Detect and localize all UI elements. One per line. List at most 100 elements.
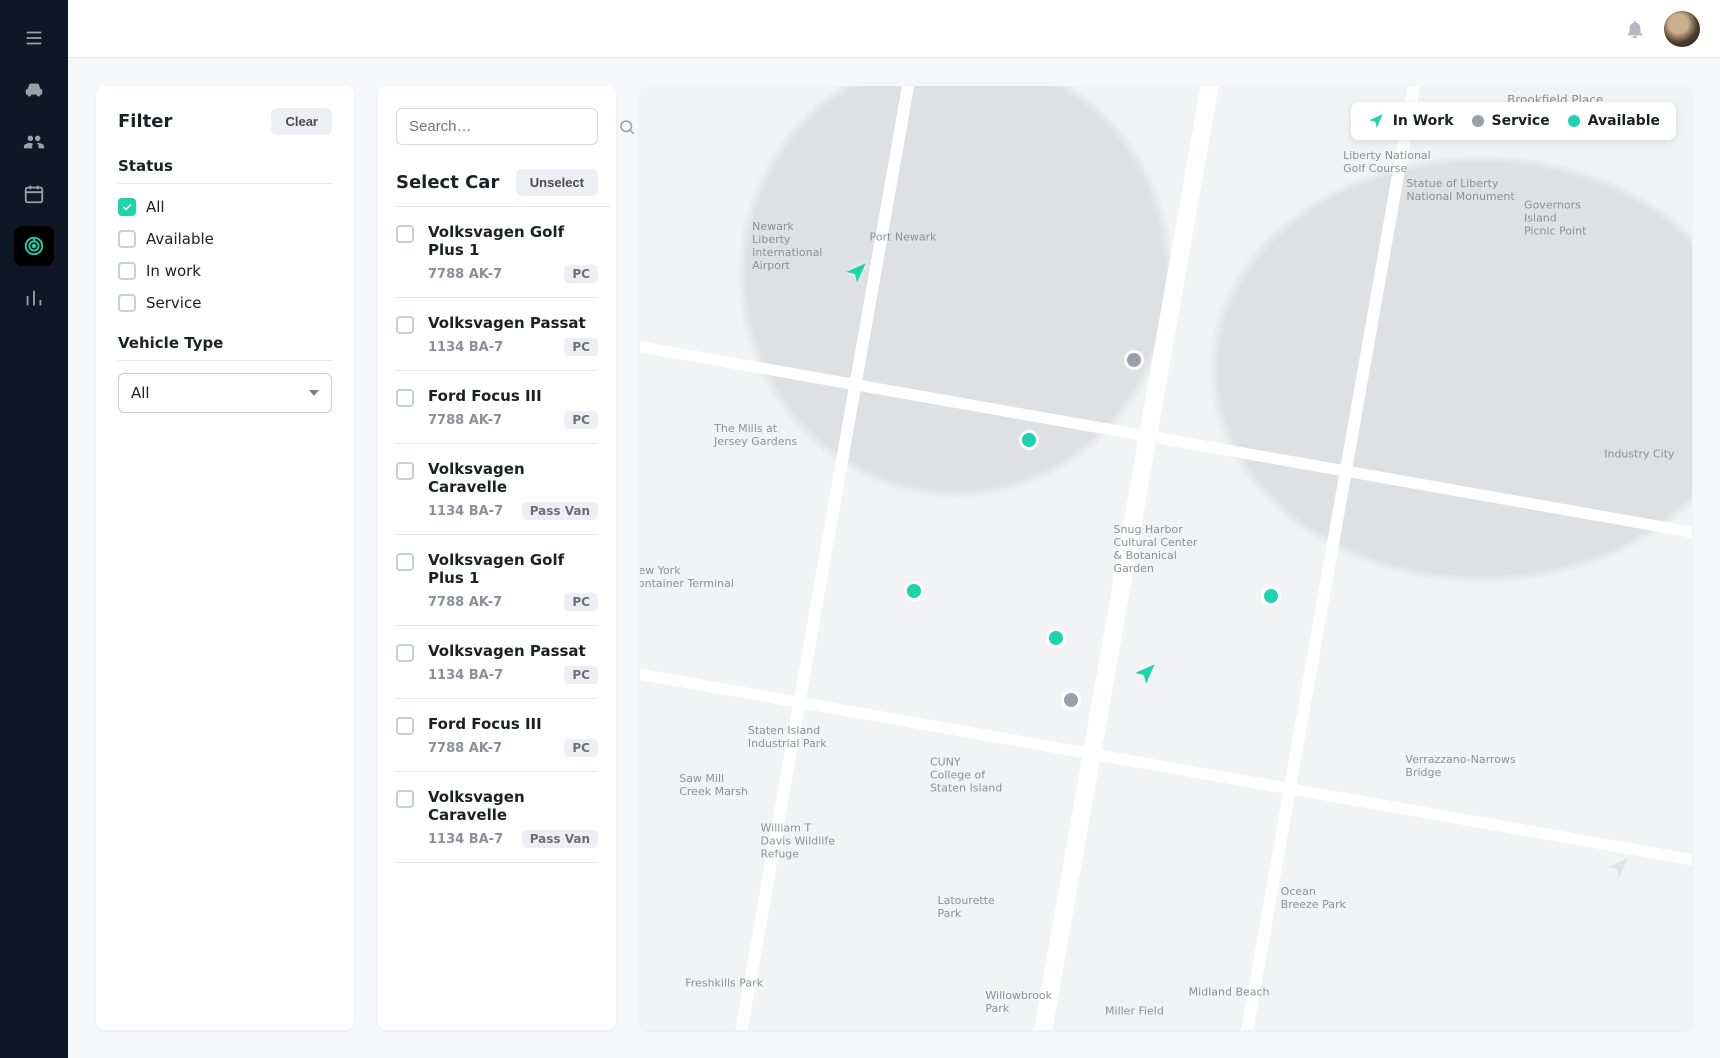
notifications-button[interactable] [1624,18,1646,40]
vehicle-type-select[interactable]: All [118,373,332,413]
nav-menu-button[interactable] [14,18,54,58]
nav-vehicles[interactable] [14,70,54,110]
map-marker-arrow[interactable] [1132,661,1158,691]
status-label: Service [146,294,201,312]
checkbox-icon [118,262,136,280]
checkbox-icon[interactable] [396,225,414,243]
nav-tracking[interactable] [14,226,54,266]
car-plate: 7788 AK-7 [428,741,502,756]
car-name: Ford Focus III [428,387,598,405]
car-type-badge: PC [564,593,598,611]
checkbox-icon[interactable] [396,553,414,571]
car-list-item[interactable]: Volksvagen Passat1134 BA-7PC [396,298,598,371]
checkbox-icon[interactable] [396,717,414,735]
map-marker-available[interactable] [907,584,921,598]
status-check-in-work[interactable]: In work [118,262,332,280]
avatar[interactable] [1664,11,1700,47]
vehicle-type-section-title: Vehicle Type [118,334,332,352]
people-icon [23,131,45,153]
car-list-panel: Select Car Unselect Volksvagen Golf Plus… [378,86,616,1030]
search-field[interactable] [396,108,598,145]
search-icon [618,118,636,136]
car-name: Volksvagen Passat [428,642,598,660]
arrow-icon [1605,855,1631,881]
car-plate: 1134 BA-7 [428,668,503,683]
dot-icon [1064,693,1078,707]
map-panel[interactable]: Brookfield PlaceLibertyState ParkThe Bat… [640,86,1692,1030]
car-type-badge: PC [564,338,598,356]
status-check-service[interactable]: Service [118,294,332,312]
map-background [640,86,1692,1030]
status-section-title: Status [118,157,332,175]
car-name: Volksvagen Caravelle [428,460,598,496]
status-check-available[interactable]: Available [118,230,332,248]
car-list-title: Select Car [396,172,499,193]
checkbox-icon [118,198,136,216]
car-type-badge: Pass Van [522,830,598,848]
map-marker-arrow[interactable] [843,260,869,290]
status-check-all[interactable]: All [118,198,332,216]
arrow-icon [843,260,869,286]
car-type-badge: PC [564,666,598,684]
dot-icon [1568,115,1580,127]
car-type-badge: PC [564,265,598,283]
clear-filter-button[interactable]: Clear [271,108,332,135]
dot-icon [907,584,921,598]
checkbox-icon[interactable] [396,462,414,480]
divider [118,360,332,361]
car-list-item[interactable]: Volksvagen Caravelle 1134 BA-7 Pass Van [396,444,598,535]
calendar-icon [23,183,45,205]
checkbox-icon[interactable] [396,316,414,334]
checkbox-icon[interactable] [396,790,414,808]
car-plate: 7788 AK-7 [428,595,502,610]
map-marker-service[interactable] [1064,693,1078,707]
car-list-item[interactable]: Volksvagen Golf Plus 1 7788 AK-7 PC [396,207,598,298]
car-list-item[interactable]: Volksvagen Caravelle1134 BA-7Pass Van [396,772,598,863]
car-list-item[interactable]: Volksvagen Golf Plus 1 7788 AK-7 PC [396,535,598,626]
car-type-badge: Pass Van [522,502,598,520]
nav-reports[interactable] [14,278,54,318]
bell-icon [1624,18,1646,40]
dot-icon [1127,353,1141,367]
filter-panel: Filter Clear Status All Available In work S… [96,86,354,1030]
car-name: Volksvagen Golf Plus 1 [428,551,598,587]
car-list-item[interactable]: Ford Focus III7788 AK-7PC [396,371,598,444]
map-legend: In Work Service Available [1351,102,1676,140]
map-marker-arrow[interactable] [1605,855,1631,885]
status-label: Available [146,230,214,248]
car-list-item[interactable]: Volksvagen Passat 1134 BA-7 PC [396,626,598,699]
car-plate: 1134 BA-7 [428,832,503,847]
dot-icon [1472,115,1484,127]
top-header [68,0,1720,58]
arrow-icon [1132,661,1158,687]
checkbox-icon [118,294,136,312]
side-nav [0,0,68,1058]
vehicle-type-value: All [131,384,150,402]
car-name: Ford Focus III [428,715,598,733]
car-plate: 7788 AK-7 [428,267,502,282]
map-marker-available[interactable] [1022,433,1036,447]
search-input[interactable] [407,117,610,136]
map-marker-service[interactable] [1127,353,1141,367]
map-marker-available[interactable] [1264,589,1278,603]
checkbox-icon[interactable] [396,389,414,407]
car-type-badge: PC [564,739,598,757]
unselect-button[interactable]: Unselect [516,169,598,196]
dot-icon [1022,433,1036,447]
car-plate: 1134 BA-7 [428,504,503,519]
nav-people[interactable] [14,122,54,162]
checkbox-icon [118,230,136,248]
car-list-item[interactable]: Ford Focus III 7788 AK-7 PC [396,699,598,772]
map-marker-available[interactable] [1049,631,1063,645]
arrow-icon [1367,112,1385,130]
bars-icon [23,287,45,309]
car-name: Volksvagen Golf Plus 1 [428,223,598,259]
status-label: In work [146,262,201,280]
legend-service: Service [1472,113,1550,129]
legend-available: Available [1568,113,1660,129]
filter-title: Filter [118,111,172,132]
checkbox-icon[interactable] [396,644,414,662]
nav-calendar[interactable] [14,174,54,214]
car-plate: 1134 BA-7 [428,340,503,355]
legend-in-work: In Work [1367,112,1454,130]
